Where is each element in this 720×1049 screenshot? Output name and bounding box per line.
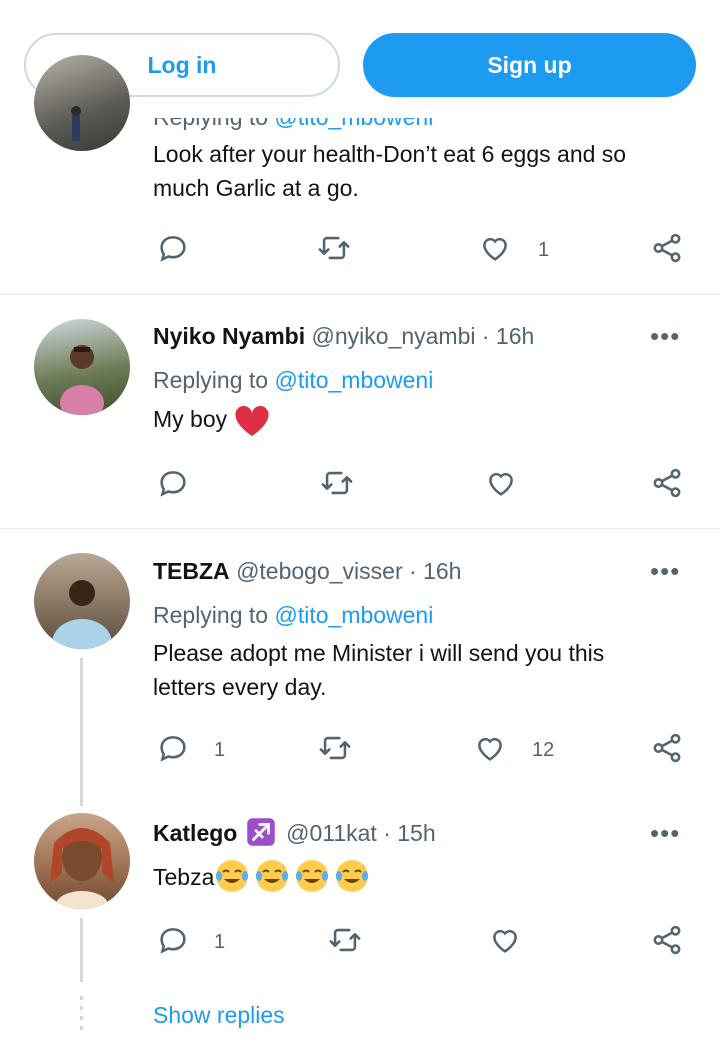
tweet-text: My boy	[153, 404, 270, 438]
avatar[interactable]	[34, 813, 130, 909]
reply-icon[interactable]	[156, 923, 190, 957]
retweet-icon[interactable]	[317, 231, 351, 265]
user-handle[interactable]: @011kat	[286, 820, 377, 846]
sagittarius-emoji-icon	[246, 818, 275, 846]
tears-of-joy-emoji-icon	[216, 860, 369, 892]
user-handle[interactable]: @nyiko_nyambi	[312, 323, 476, 349]
reply-count: 1	[214, 739, 226, 761]
share-icon[interactable]	[650, 731, 684, 765]
display-name[interactable]: Katlego	[153, 820, 237, 846]
avatar[interactable]	[34, 55, 130, 151]
divider	[0, 294, 720, 295]
replying-to-link[interactable]: @tito_mboweni	[274, 367, 433, 393]
replying-to-link[interactable]: @tito_mboweni	[274, 602, 433, 628]
thread-line	[80, 658, 83, 806]
like-icon[interactable]	[488, 923, 522, 957]
retweet-icon[interactable]	[320, 466, 354, 500]
tweet-header: Katlego @011kat · 15h	[153, 818, 436, 847]
tweet-header: Nyiko Nyambi @nyiko_nyambi · 16h	[153, 323, 534, 350]
timestamp[interactable]: · 16h	[482, 323, 534, 349]
tweet-header: TEBZA @tebogo_visser · 16h	[153, 558, 461, 585]
reply-icon[interactable]	[156, 231, 190, 265]
share-icon[interactable]	[650, 923, 684, 957]
more-options-icon[interactable]: •••	[650, 818, 680, 849]
thread-dots	[80, 996, 83, 1030]
avatar[interactable]	[34, 553, 130, 649]
tweet-text: Tebza	[153, 860, 374, 894]
tweet-text: letters every day.	[153, 674, 327, 700]
display-name[interactable]: TEBZA	[153, 558, 230, 584]
replying-to: Replying to @tito_mboweni	[153, 602, 434, 628]
like-count: 12	[532, 739, 555, 761]
replying-to-link[interactable]: @tito_mboweni	[274, 118, 433, 130]
timestamp[interactable]: · 15h	[383, 820, 435, 846]
replying-to: Replying to @tito_mboweni	[153, 104, 434, 130]
more-options-icon[interactable]: •••	[650, 556, 680, 587]
tweet-text: Please adopt me Minister i will send you…	[153, 640, 605, 666]
red-heart-emoji-icon	[234, 405, 269, 436]
divider	[0, 528, 720, 529]
like-icon[interactable]	[484, 466, 518, 500]
retweet-icon[interactable]	[328, 923, 362, 957]
retweet-icon[interactable]	[318, 731, 352, 765]
like-count: 1	[538, 239, 550, 261]
user-handle[interactable]: @tebogo_visser	[236, 558, 403, 584]
reply-icon[interactable]	[156, 466, 190, 500]
share-icon[interactable]	[650, 466, 684, 500]
reply-count: 1	[214, 931, 226, 953]
tweet-text: Look after your health-Don’t eat 6 eggs …	[153, 141, 627, 167]
like-icon[interactable]	[473, 731, 507, 765]
avatar[interactable]	[34, 319, 130, 415]
share-icon[interactable]	[650, 231, 684, 265]
signup-button[interactable]: Sign up	[363, 33, 696, 97]
timestamp[interactable]: · 16h	[409, 558, 461, 584]
more-options-icon[interactable]: •••	[650, 321, 680, 352]
reply-icon[interactable]	[156, 731, 190, 765]
thread-line	[80, 918, 83, 982]
display-name[interactable]: Nyiko Nyambi	[153, 323, 305, 349]
show-replies-link[interactable]: Show replies	[153, 1002, 285, 1029]
tweet-text: much Garlic at a go.	[153, 175, 359, 201]
like-icon[interactable]	[478, 231, 512, 265]
replying-to: Replying to @tito_mboweni	[153, 367, 434, 393]
